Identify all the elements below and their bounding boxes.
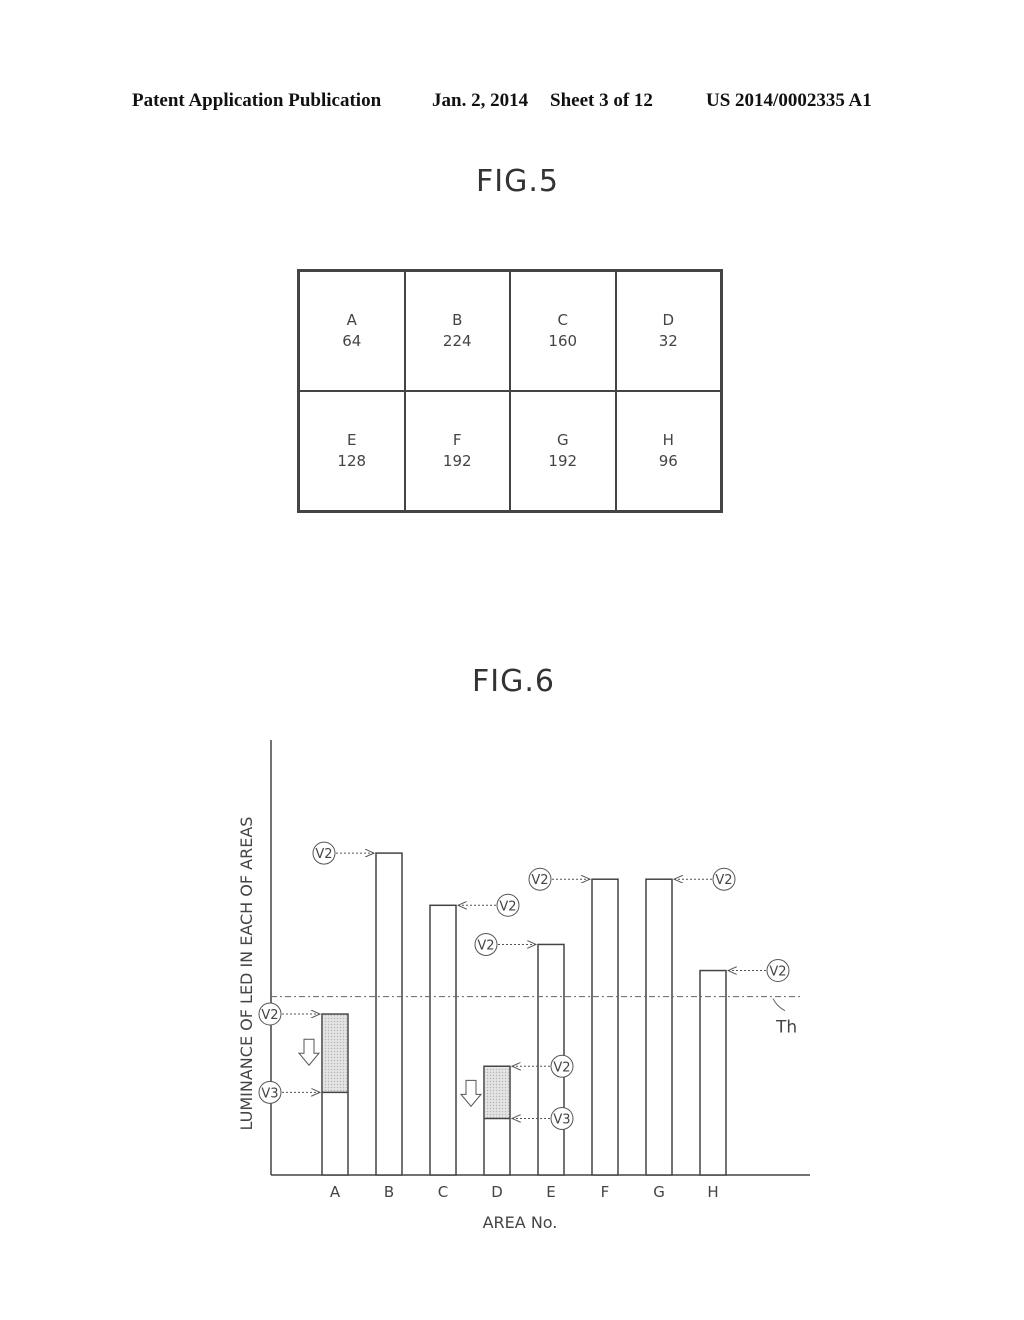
down-arrow-icon (459, 1079, 483, 1108)
bar-g (645, 878, 673, 1176)
bar-b (375, 852, 403, 1176)
v2-callout-g-label: V2 (715, 873, 732, 888)
v2-callout-b-label: V2 (315, 847, 332, 862)
reduction-region-a (323, 1015, 347, 1093)
v3-callout-d-label: V3 (553, 1112, 570, 1127)
fig6-bar-chart: LUMINANCE OF LED IN EACH OF AREAS AREA No… (237, 740, 810, 1232)
x-tick-label: C (438, 1183, 448, 1201)
x-tick-label: F (601, 1183, 610, 1201)
threshold-leader (772, 998, 786, 1012)
x-tick-label: B (384, 1183, 394, 1201)
bar-c (429, 904, 457, 1176)
bar-h (699, 969, 727, 1176)
x-tick-label: H (707, 1183, 718, 1201)
down-arrow-icon (297, 1038, 321, 1066)
x-axis-label: AREA No. (483, 1213, 558, 1232)
y-axis-label: LUMINANCE OF LED IN EACH OF AREAS (237, 817, 256, 1131)
x-tick-label: E (546, 1183, 555, 1201)
v2-callout-a-label: V2 (261, 1008, 278, 1023)
reduction-region-d (485, 1067, 509, 1119)
v3-callout-a-label: V3 (261, 1086, 278, 1101)
v2-callout-d-label: V2 (553, 1060, 570, 1075)
v2-callout-h-label: V2 (769, 965, 786, 980)
bar-f (591, 878, 619, 1176)
v2-callout-e-label: V2 (477, 938, 494, 953)
v2-callout-c-label: V2 (499, 899, 516, 914)
threshold-label: Th (775, 1018, 797, 1038)
v2-callout-f-label: V2 (531, 873, 548, 888)
x-tick-label: A (330, 1183, 341, 1201)
x-tick-label: D (491, 1183, 503, 1201)
x-tick-label: G (653, 1183, 665, 1201)
